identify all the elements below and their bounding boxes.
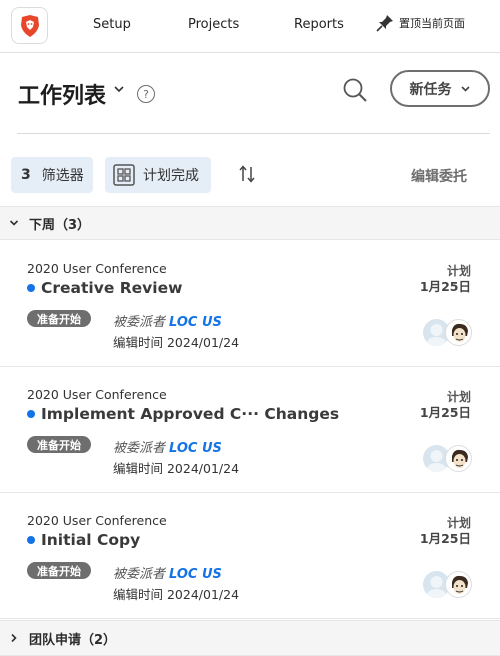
edited-time: 编辑时间 2024/01/24 — [113, 587, 240, 602]
status-badge: 准备开始 — [27, 436, 91, 453]
pin-page-label: 置顶当前页面 — [399, 17, 465, 30]
delegator-prefix: 被委派者 — [113, 315, 166, 330]
filter-count: 3 — [21, 167, 31, 183]
group-header-next-week[interactable]: 下周（3） — [0, 206, 500, 240]
task-card[interactable]: 2020 User Conference Implement Approved … — [0, 367, 500, 493]
lion-shield-icon — [20, 14, 39, 37]
filter-label: 筛选器 — [41, 168, 84, 184]
chevron-down-icon[interactable] — [113, 83, 125, 95]
avatar — [445, 571, 472, 598]
plan-date: 1月25日 — [419, 531, 471, 546]
task-name[interactable]: Initial Copy — [27, 531, 140, 549]
pin-icon — [376, 15, 393, 32]
nav-reports[interactable]: Reports — [294, 17, 344, 32]
plan-date: 1月25日 — [419, 405, 471, 420]
edited-time: 编辑时间 2024/01/24 — [113, 335, 240, 350]
new-task-button[interactable]: 新任务 — [390, 70, 490, 107]
delegator-prefix: 被委派者 — [113, 441, 166, 456]
delegator-name[interactable]: LOC US — [169, 315, 222, 330]
group-label: 下周（3） — [29, 217, 91, 233]
task-project: 2020 User Conference — [27, 387, 167, 402]
status-dot-icon — [27, 284, 35, 292]
search-icon[interactable] — [342, 77, 368, 103]
help-icon[interactable]: ? — [137, 85, 155, 103]
edited-time: 编辑时间 2024/01/24 — [113, 461, 240, 476]
chevron-down-icon — [9, 220, 19, 226]
assignee-avatars[interactable] — [423, 445, 473, 473]
assignee-avatars[interactable] — [423, 319, 473, 347]
delegator-info: 被委派者 LOC US — [113, 311, 222, 330]
app-logo[interactable] — [11, 7, 48, 44]
task-project: 2020 User Conference — [27, 513, 167, 528]
pin-page-button[interactable]: 置顶当前页面 — [376, 14, 465, 32]
task-name-text: Creative Review — [41, 279, 183, 297]
filter-button[interactable]: 3 筛选器 — [11, 157, 93, 193]
plan-date: 1月25日 — [419, 279, 471, 294]
group-header-team-requests[interactable]: 团队申请（2） — [0, 620, 500, 656]
task-name[interactable]: Implement Approved C··· Changes — [27, 405, 339, 423]
plan-complete-label: 计划完成 — [143, 168, 199, 184]
page-title[interactable]: 工作列表 — [18, 78, 106, 110]
status-badge: 准备开始 — [27, 310, 91, 327]
header-divider — [17, 133, 490, 134]
grid-view-icon — [113, 164, 135, 186]
task-card[interactable]: 2020 User Conference Initial Copy 准备开始 被… — [0, 493, 500, 619]
top-bar: Setup Projects Reports 置顶当前页面 — [0, 0, 500, 53]
edit-delegation-button[interactable]: 编辑委托 — [411, 166, 467, 186]
cartoon-avatar-icon — [452, 575, 468, 594]
chevron-right-icon — [11, 633, 17, 643]
sort-icon[interactable] — [238, 164, 256, 184]
cartoon-avatar-icon — [452, 449, 468, 468]
delegator-prefix: 被委派者 — [113, 567, 166, 582]
task-name-text: Initial Copy — [41, 531, 141, 549]
cartoon-avatar-icon — [452, 323, 468, 342]
chevron-down-icon — [460, 86, 470, 92]
delegator-name[interactable]: LOC US — [169, 567, 222, 582]
status-badge: 准备开始 — [27, 562, 91, 579]
assignee-avatars[interactable] — [423, 571, 473, 599]
task-project: 2020 User Conference — [27, 261, 167, 276]
nav-projects[interactable]: Projects — [188, 17, 239, 32]
avatar — [445, 445, 472, 472]
task-card[interactable]: 2020 User Conference Creative Review 准备开… — [0, 241, 500, 367]
delegator-info: 被委派者 LOC US — [113, 437, 222, 456]
status-dot-icon — [27, 536, 35, 544]
delegator-name[interactable]: LOC US — [169, 441, 222, 456]
group-label: 团队申请（2） — [29, 632, 117, 648]
plan-complete-button[interactable]: 计划完成 — [105, 157, 211, 193]
delegator-info: 被委派者 LOC US — [113, 563, 222, 582]
task-name-text: Implement Approved C··· Changes — [41, 405, 340, 423]
task-name[interactable]: Creative Review — [27, 279, 182, 297]
new-task-label: 新任务 — [409, 81, 452, 98]
nav-setup[interactable]: Setup — [93, 17, 131, 32]
status-dot-icon — [27, 410, 35, 418]
avatar — [445, 319, 472, 346]
